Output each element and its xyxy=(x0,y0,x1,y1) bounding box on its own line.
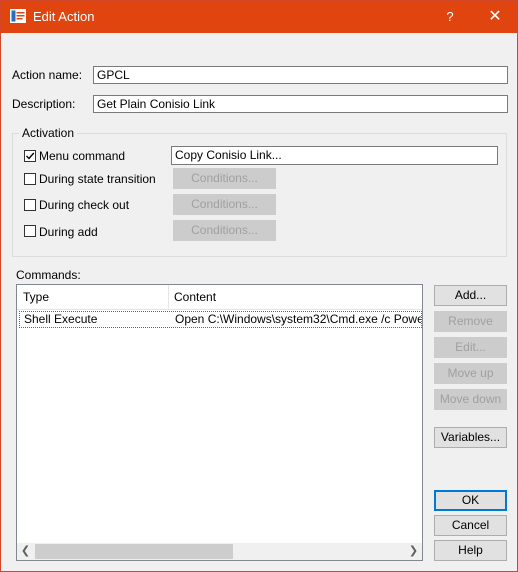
column-header-type[interactable]: Type xyxy=(17,285,168,309)
state-transition-checkbox[interactable] xyxy=(24,173,36,185)
menu-command-text-input[interactable]: Copy Conisio Link... xyxy=(171,146,498,165)
add-checkbox[interactable] xyxy=(24,225,36,237)
table-row[interactable]: Shell Execute Open C:\Windows\system32\C… xyxy=(19,311,422,328)
menu-command-label[interactable]: Menu command xyxy=(39,149,125,163)
checkmark-icon xyxy=(26,152,35,160)
add-label[interactable]: During add xyxy=(39,225,98,239)
state-transition-conditions-button[interactable]: Conditions... xyxy=(173,168,276,189)
variables-button[interactable]: Variables... xyxy=(434,427,507,448)
scroll-right-icon[interactable]: ❯ xyxy=(405,543,422,560)
state-transition-label[interactable]: During state transition xyxy=(39,172,156,186)
menu-command-checkbox[interactable] xyxy=(24,150,36,162)
ok-button[interactable]: OK xyxy=(434,490,507,511)
add-command-button[interactable]: Add... xyxy=(434,285,507,306)
column-header-content[interactable]: Content xyxy=(168,285,422,309)
close-button[interactable]: ✕ xyxy=(480,1,510,33)
edit-command-button[interactable]: Edit... xyxy=(434,337,507,358)
description-input[interactable]: Get Plain Conisio Link xyxy=(93,95,508,113)
move-down-button[interactable]: Move down xyxy=(434,389,507,410)
scrollbar-thumb[interactable] xyxy=(35,544,233,559)
remove-command-button[interactable]: Remove xyxy=(434,311,507,332)
app-window-icon xyxy=(10,9,26,23)
commands-list[interactable]: Type Content Shell Execute Open C:\Windo… xyxy=(16,284,423,561)
scroll-left-icon[interactable]: ❮ xyxy=(17,543,34,560)
description-label: Description: xyxy=(12,97,76,111)
check-out-checkbox[interactable] xyxy=(24,199,36,211)
commands-label: Commands: xyxy=(16,268,81,282)
add-conditions-button[interactable]: Conditions... xyxy=(173,220,276,241)
row-content-cell: Open C:\Windows\system32\Cmd.exe /c Powe… xyxy=(175,312,421,326)
action-name-label: Action name: xyxy=(12,68,83,82)
window-title: Edit Action xyxy=(33,9,95,24)
edit-action-dialog: Edit Action ? ✕ Action name: GPCL Descri… xyxy=(0,0,518,572)
commands-list-header: Type Content xyxy=(17,285,422,310)
activation-group-title: Activation xyxy=(19,126,78,140)
cancel-button[interactable]: Cancel xyxy=(434,515,507,536)
help-title-button[interactable]: ? xyxy=(435,1,465,33)
help-button[interactable]: Help xyxy=(434,540,507,561)
title-bar: Edit Action ? ✕ xyxy=(1,1,517,33)
horizontal-scrollbar[interactable]: ❮ ❯ xyxy=(17,543,422,560)
check-out-conditions-button[interactable]: Conditions... xyxy=(173,194,276,215)
row-type-cell: Shell Execute xyxy=(24,312,98,326)
check-out-label[interactable]: During check out xyxy=(39,198,129,212)
move-up-button[interactable]: Move up xyxy=(434,363,507,384)
action-name-input[interactable]: GPCL xyxy=(93,66,508,84)
